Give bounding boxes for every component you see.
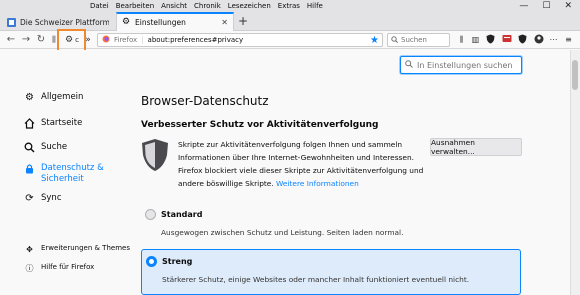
extension-icon[interactable] [501, 34, 512, 45]
close-window-button[interactable]: ✕ [564, 0, 572, 12]
more-info-link[interactable]: Weitere Informationen [276, 179, 359, 188]
sidebar-item-label: Startseite [41, 118, 83, 128]
sync-icon: ⟳ [25, 193, 34, 204]
home-icon [24, 118, 35, 129]
shield-icon[interactable] [485, 34, 496, 45]
option-description: Stärkerer Schutz, einige Websites oder m… [162, 275, 470, 284]
back-button[interactable]: ← [4, 33, 18, 47]
search-bar[interactable]: Suchen [387, 33, 450, 47]
search-icon [405, 60, 413, 70]
title-bar: Datei Bearbeiten Ansicht Chronik Lesezei… [0, 0, 580, 31]
prefs-search-input[interactable]: In Einstellungen suchen [400, 56, 522, 74]
option-title: Standard [161, 210, 203, 219]
menu-chronik[interactable]: Chronik [194, 0, 221, 12]
sidebar-icon[interactable]: ▥ [470, 34, 481, 45]
menu-datei[interactable]: Datei [90, 0, 109, 12]
bookmark-star-icon[interactable]: ★ [370, 35, 382, 46]
lock-icon [24, 163, 35, 174]
sidebar-item-label: Erweiterungen & Themes [41, 244, 130, 252]
window-controls: — ☐ ✕ [519, 0, 572, 12]
menu-hilfe[interactable]: Hilfe [307, 0, 323, 12]
manage-exceptions-button[interactable]: Ausnahmen verwalten... [430, 138, 522, 156]
radio-standard[interactable] [145, 209, 156, 220]
menu-bar: Datei Bearbeiten Ansicht Chronik Lesezei… [90, 0, 323, 12]
account-icon[interactable] [533, 34, 544, 45]
forward-button[interactable]: → [19, 33, 33, 47]
reload-button[interactable]: ↻ [34, 33, 48, 47]
menu-extras[interactable]: Extras [278, 0, 300, 12]
library-icon[interactable]: ⫼ [456, 34, 467, 45]
sidebar-item-label: Datenschutz & Sicherheit [41, 163, 104, 184]
radio-streng[interactable] [146, 256, 157, 267]
highlight-box [57, 29, 86, 52]
option-standard[interactable]: Standard Ausgewogen zwischen Schutz und … [141, 203, 521, 243]
dots-icon[interactable]: ⋯ [548, 34, 559, 45]
url-divider: | [141, 36, 144, 44]
maximize-button[interactable]: ☐ [542, 0, 550, 12]
tracking-description: Skripte zur Aktivitätenverfolgung folgen… [178, 138, 428, 190]
tab-title: Die Schweizer Plattform für Co [20, 17, 109, 27]
menu-icon[interactable]: ≡ [563, 34, 574, 45]
menu-lesezeichen[interactable]: Lesezeichen [228, 0, 271, 12]
help-icon: ⓘ [25, 264, 34, 273]
menu-ansicht[interactable]: Ansicht [161, 0, 187, 12]
sidebar-item-datenschutz[interactable]: Datenschutz & Sicherheit [24, 163, 114, 185]
firefox-icon [102, 35, 110, 45]
sidebar-item-label: Allgemein [41, 92, 84, 102]
tab-title: Einstellungen [135, 18, 186, 27]
url-text[interactable]: about:preferences#privacy [148, 36, 367, 44]
page-heading: Browser-Datenschutz [141, 94, 269, 108]
section-title: Verbesserter Schutz vor Aktivitätenverfo… [141, 120, 379, 130]
scrollbar-thumb[interactable] [572, 60, 578, 90]
option-description: Ausgewogen zwischen Schutz und Leistung.… [161, 228, 404, 237]
gear-icon: ⚙ [25, 92, 34, 103]
sidebar-item-suche[interactable]: Suche [24, 142, 67, 153]
menu-bearbeiten[interactable]: Bearbeiten [116, 0, 154, 12]
site-favicon-icon [7, 17, 16, 27]
new-tab-button[interactable]: + [238, 14, 248, 28]
sidebar-item-sync[interactable]: ⟳ Sync [24, 193, 62, 204]
sidebar-item-label: Hilfe für Firefox [41, 263, 95, 271]
minimize-button[interactable]: — [519, 0, 528, 12]
nav-toolbar: ← → ↻ ⫼ ⚙ c » Firefox | about:preference… [0, 31, 580, 49]
tab-close-button[interactable]: ✕ [221, 18, 228, 27]
sidebar-item-allgemein[interactable]: ⚙ Allgemein [24, 92, 83, 103]
search-icon [24, 142, 35, 153]
search-placeholder: Suchen [401, 36, 427, 44]
identity-label: Firefox [114, 36, 138, 44]
option-streng[interactable]: Streng Stärkerer Schutz, einige Websites… [141, 249, 521, 295]
prefs-search-placeholder: In Einstellungen suchen [417, 60, 513, 70]
puzzle-icon: ✥ [26, 245, 33, 254]
tab-einstellungen[interactable]: ⚙ Einstellungen ✕ [116, 12, 234, 31]
sidebar-item-erweiterungen[interactable]: ✥ Erweiterungen & Themes [24, 244, 130, 255]
preferences-page: In Einstellungen suchen ⚙ Allgemein Star… [0, 50, 570, 295]
sidebar-item-startseite[interactable]: Startseite [24, 118, 82, 129]
url-bar[interactable]: Firefox | about:preferences#privacy ★ [97, 33, 383, 47]
option-title: Streng [162, 257, 193, 266]
search-icon [391, 35, 398, 45]
sidebar-item-hilfe[interactable]: ⓘ Hilfe für Firefox [24, 263, 95, 274]
shield-icon [141, 138, 169, 172]
tracking-shield-icon[interactable] [517, 34, 528, 45]
sidebar-item-label: Suche [41, 142, 68, 152]
sidebar-item-label: Sync [41, 193, 62, 203]
gear-icon: ⚙ [122, 17, 131, 27]
